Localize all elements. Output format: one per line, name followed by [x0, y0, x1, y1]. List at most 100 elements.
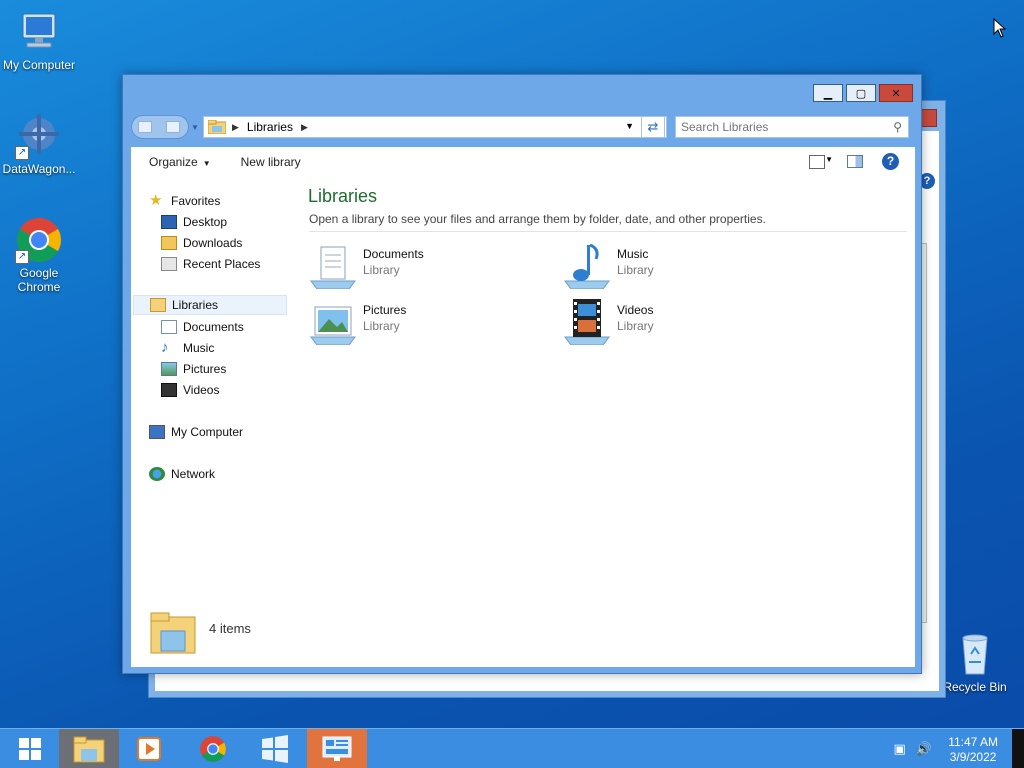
libraries-folder-icon [150, 612, 196, 654]
content-pane: Libraries Open a library to see your fil… [301, 183, 915, 603]
library-type: Library [617, 263, 654, 277]
library-type: Library [363, 319, 400, 333]
nav-label: Network [171, 467, 216, 481]
command-bar: Organize ▼ New library ▼ ? [131, 147, 915, 177]
nav-label: Recent Places [183, 257, 261, 271]
minimize-button[interactable]: ▁ [813, 84, 843, 102]
network-status-icon[interactable]: ▣ [894, 741, 906, 757]
chrome-icon [200, 736, 226, 762]
new-library-button[interactable]: New library [241, 155, 301, 169]
system-tray: ▣ 🔊 [894, 741, 932, 757]
documents-icon [161, 320, 177, 334]
desktop-icon-label: DataWagon... [2, 162, 76, 176]
nav-network[interactable]: Network [149, 464, 215, 484]
library-name: Music [617, 247, 649, 261]
divider [309, 231, 907, 232]
view-options-dropdown-icon[interactable]: ▼ [825, 155, 833, 164]
dashboard-app-icon [322, 736, 352, 761]
page-title: Libraries [308, 186, 378, 206]
recycle-bin-icon [951, 630, 999, 678]
library-item-videos[interactable]: Videos Library [563, 297, 803, 347]
back-forward-buttons[interactable] [131, 115, 189, 139]
nav-pictures[interactable]: Pictures [161, 359, 226, 379]
nav-documents[interactable]: Documents [161, 317, 244, 337]
library-item-pictures[interactable]: Pictures Library [309, 297, 549, 347]
breadcrumb-separator-icon[interactable]: ▶ [301, 122, 308, 133]
documents-library-icon [310, 246, 356, 289]
volume-icon[interactable]: 🔊 [916, 741, 932, 757]
nav-desktop[interactable]: Desktop [161, 212, 227, 232]
refresh-button[interactable]: ⇄ [641, 116, 665, 138]
nav-label: Pictures [183, 362, 227, 376]
computer-icon [149, 425, 165, 439]
music-library-icon [564, 243, 610, 289]
nav-label: Documents [183, 320, 244, 334]
taskbar-google-chrome[interactable] [183, 729, 243, 768]
chrome-icon: ↗ [15, 216, 63, 264]
library-name: Pictures [363, 303, 407, 317]
desktop-icon [161, 215, 177, 229]
close-button[interactable]: ✕ [879, 84, 913, 102]
nav-label: My Computer [171, 425, 244, 439]
taskbar-windows-app[interactable] [245, 729, 305, 768]
preview-pane-icon[interactable] [847, 155, 863, 168]
forward-icon[interactable] [166, 121, 180, 133]
star-icon: ★ [149, 192, 163, 209]
videos-library-icon [564, 299, 610, 345]
windows-logo-icon [262, 735, 288, 763]
library-type: Library [363, 263, 400, 277]
search-box[interactable]: ⚲ [675, 116, 909, 138]
nav-downloads[interactable]: Downloads [161, 233, 242, 253]
library-type: Library [617, 319, 654, 333]
search-input[interactable] [676, 117, 876, 137]
help-icon[interactable]: ? [882, 153, 899, 170]
library-name: Documents [363, 247, 424, 261]
music-note-icon: ♪ [161, 339, 169, 356]
nav-label: Libraries [172, 298, 219, 312]
organize-button[interactable]: Organize ▼ [149, 155, 211, 169]
desktop-icon-datawagon[interactable]: ↗ DataWagon... [0, 112, 78, 176]
nav-label: Favorites [171, 194, 221, 208]
explorer-window[interactable]: ▁ ▢ ✕ ▼ ▶ Libraries ▶ ▼ ⇄ Search Librari… [122, 74, 922, 674]
taskbar: ▣ 🔊 11:47 AM 3/9/2022 [0, 728, 1024, 768]
navigation-pane: ★ Favorites Desktop Downloads Recent Pla… [131, 183, 289, 603]
details-pane: 4 items [131, 601, 915, 667]
breadcrumb-separator-icon[interactable]: ▶ [232, 122, 239, 133]
nav-music[interactable]: ♪ Music [161, 338, 214, 358]
library-item-documents[interactable]: Documents Library [309, 241, 549, 291]
start-button[interactable] [0, 729, 60, 768]
nav-label: Videos [183, 383, 220, 397]
show-desktop-button[interactable] [1012, 729, 1024, 768]
nav-favorites[interactable]: ★ Favorites [149, 191, 220, 211]
change-view-icon[interactable] [809, 155, 825, 169]
computer-icon [15, 8, 63, 56]
address-bar[interactable]: ▶ Libraries ▶ ▼ [203, 116, 667, 138]
nav-libraries[interactable]: Libraries [133, 295, 287, 315]
nav-videos[interactable]: Videos [161, 380, 219, 400]
desktop-icon-recycle-bin[interactable]: Recycle Bin [936, 630, 1014, 694]
nav-my-computer[interactable]: My Computer [149, 422, 243, 442]
navigation-bar: ▼ ▶ Libraries ▶ ▼ ⇄ ⚲ [131, 115, 913, 141]
library-name: Videos [617, 303, 654, 317]
recent-locations-dropdown-icon[interactable]: ▼ [191, 123, 199, 132]
explorer-body: Organize ▼ New library ▼ ? ★ Favorites De… [131, 147, 915, 667]
taskbar-media-player[interactable] [119, 729, 179, 768]
nav-recent-places[interactable]: Recent Places [161, 254, 260, 274]
taskbar-datawagon[interactable] [307, 729, 367, 768]
maximize-button[interactable]: ▢ [846, 84, 876, 102]
mouse-cursor-icon [993, 18, 1007, 38]
library-item-music[interactable]: Music Library [563, 241, 803, 291]
pictures-icon [161, 362, 177, 376]
address-dropdown-icon[interactable]: ▼ [625, 121, 634, 131]
minimize-icon: ▁ [823, 87, 833, 100]
search-icon[interactable]: ⚲ [893, 120, 902, 134]
title-bar[interactable]: ▁ ▢ ✕ [123, 75, 921, 111]
refresh-icon: ⇄ [647, 119, 659, 134]
taskbar-file-explorer[interactable] [59, 729, 119, 768]
clock[interactable]: 11:47 AM 3/9/2022 [948, 735, 998, 765]
libraries-folder-icon [208, 120, 226, 134]
breadcrumb-libraries[interactable]: Libraries [247, 120, 293, 134]
desktop-icon-google-chrome[interactable]: ↗ Google Chrome [0, 216, 78, 294]
desktop-icon-my-computer[interactable]: My Computer [0, 8, 78, 72]
back-icon[interactable] [138, 121, 152, 133]
